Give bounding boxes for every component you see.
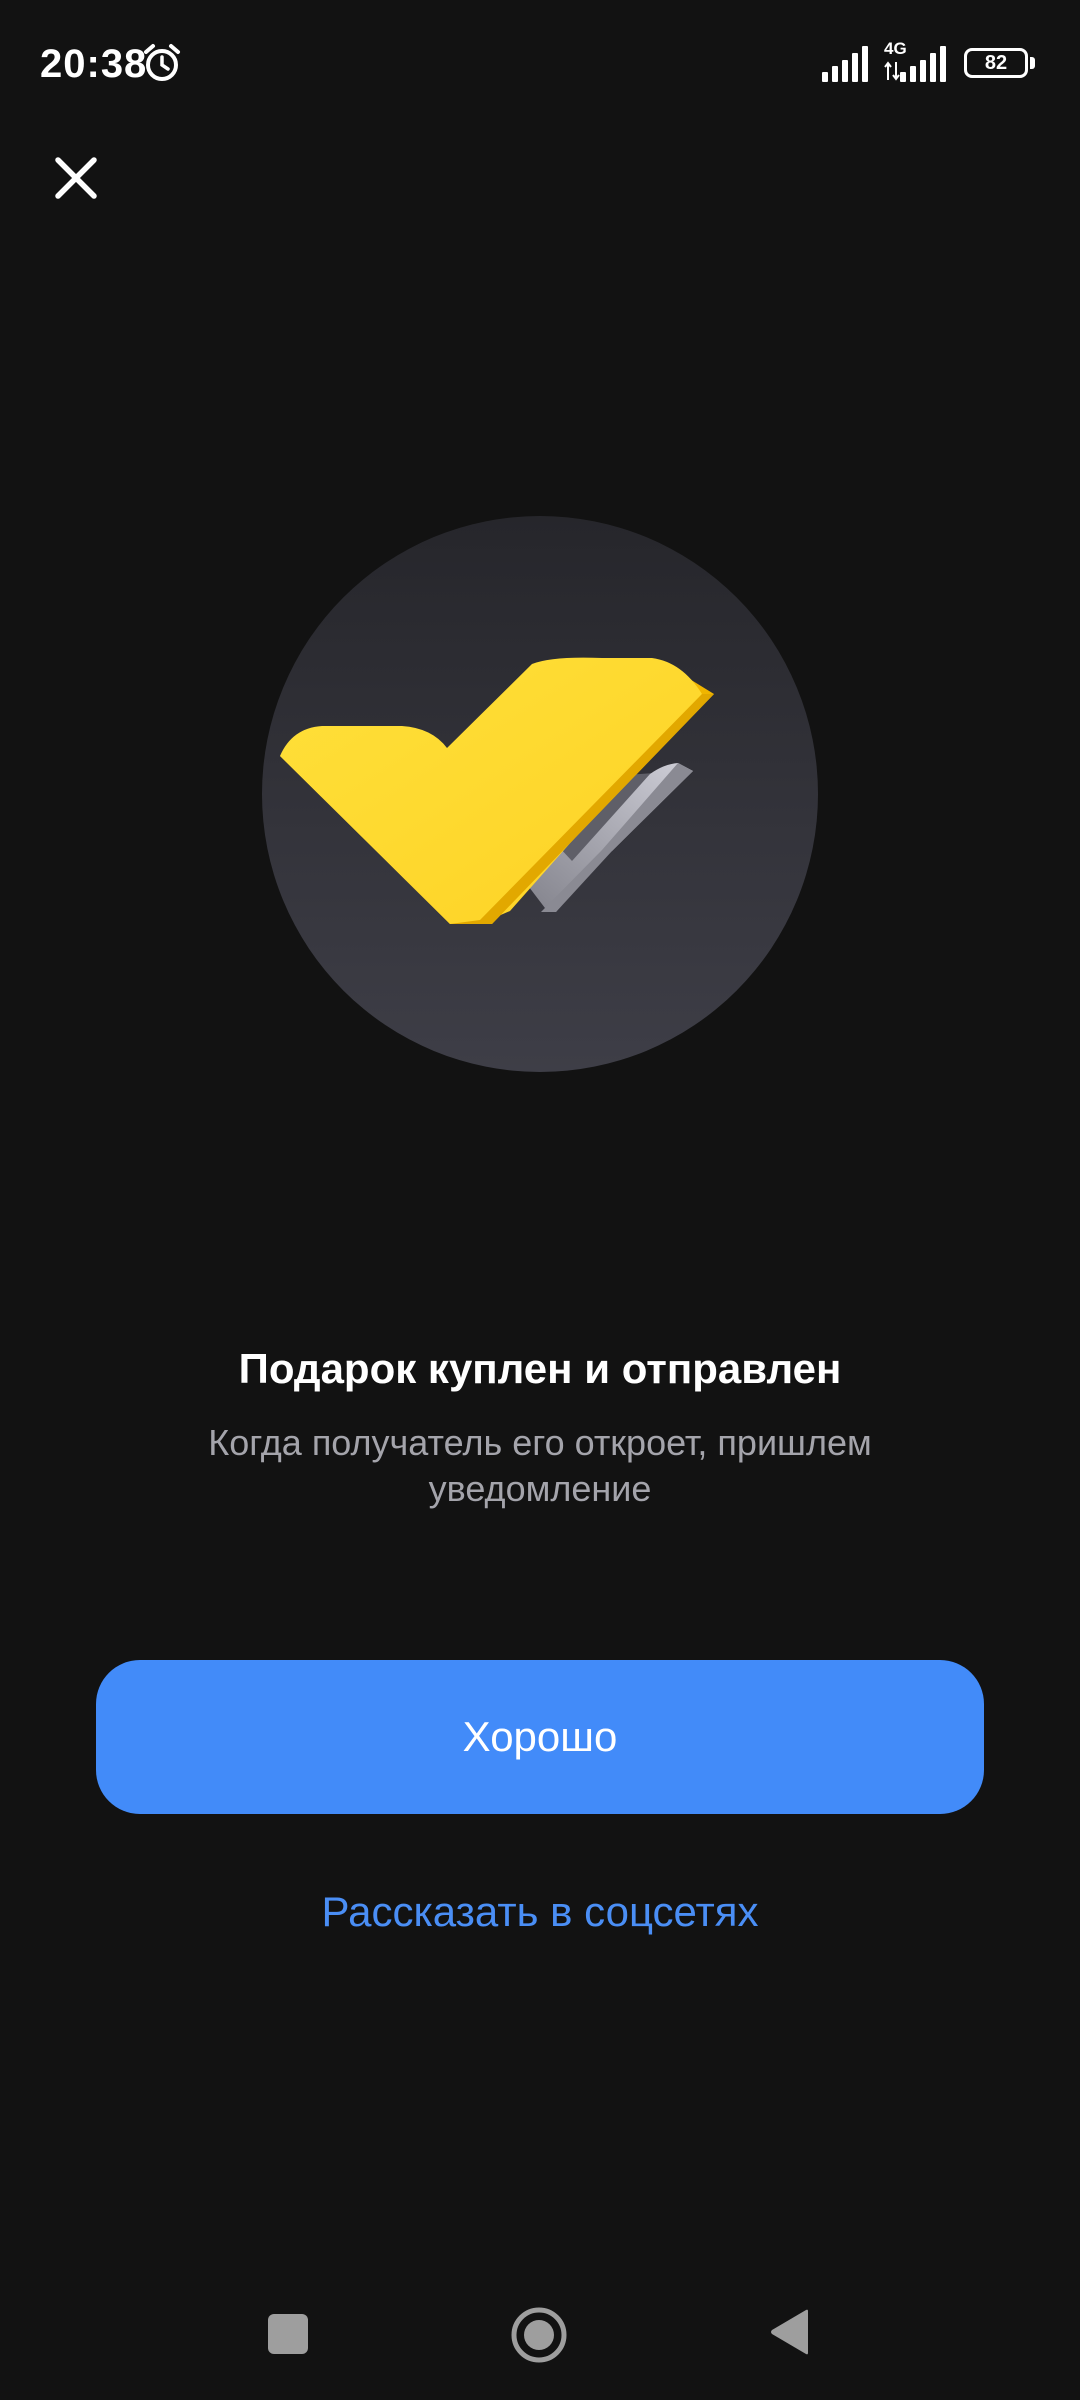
- status-time: 20:38: [40, 42, 148, 86]
- signal-icon: [900, 46, 946, 82]
- page-title: Подарок куплен и отправлен: [238, 1345, 842, 1392]
- share-social-link[interactable]: Рассказать в соцсетях: [0, 1884, 1080, 1940]
- signal-icon: [822, 46, 868, 82]
- data-transfer-icon: [884, 61, 900, 81]
- double-checkmark-icon: [262, 516, 818, 1072]
- home-icon[interactable]: [510, 2306, 568, 2364]
- ok-button[interactable]: Хорошо: [96, 1660, 984, 1814]
- recent-apps-icon[interactable]: [268, 2314, 308, 2354]
- close-icon[interactable]: [44, 146, 108, 210]
- alarm-icon: [144, 44, 180, 81]
- page-subtitle: Когда получатель его откроет, пришлем ув…: [208, 1422, 872, 1509]
- back-icon[interactable]: [768, 2308, 810, 2356]
- battery-tip: [1030, 57, 1035, 69]
- gift-sent-screen: 20:38 4G 82 Подарок куплен и отправлен К…: [0, 0, 1080, 2400]
- status-bar: 20:38 4G 82: [0, 0, 1080, 128]
- battery-level: 82: [984, 52, 1008, 74]
